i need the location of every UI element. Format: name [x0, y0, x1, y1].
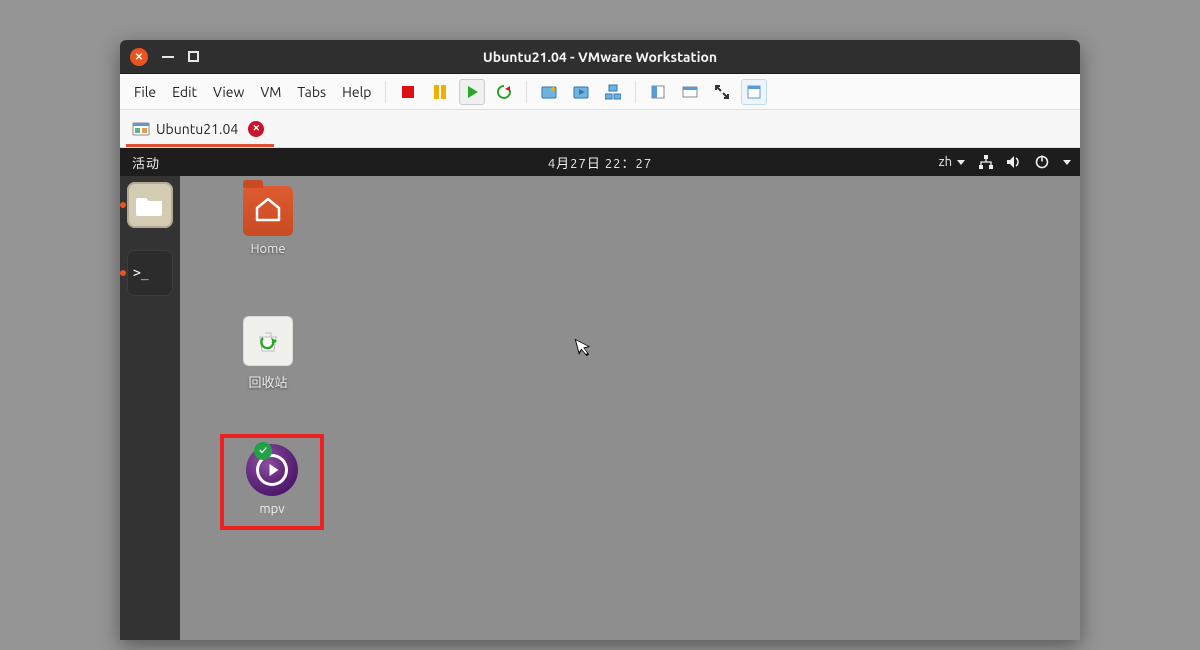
guest-viewport: 活动 4月27日 22：27 zh: [120, 148, 1080, 640]
separator: [526, 81, 527, 103]
titlebar[interactable]: Ubuntu21.04 - VMware Workstation: [120, 40, 1080, 74]
mpv-label: mpv: [230, 502, 314, 516]
folder-home-icon: [243, 186, 293, 236]
terminal-icon: >_: [127, 250, 173, 296]
menu-vm[interactable]: VM: [252, 80, 289, 104]
desktop-icon-home[interactable]: Home: [220, 186, 316, 256]
ime-indicator[interactable]: zh: [939, 155, 966, 169]
network-icon[interactable]: [978, 154, 994, 170]
tab-ubuntu[interactable]: Ubuntu21.04: [126, 111, 274, 147]
menu-tabs[interactable]: Tabs: [289, 80, 334, 104]
home-label: Home: [220, 242, 316, 256]
trash-label: 回收站: [220, 372, 316, 391]
tabbar: Ubuntu21.04: [120, 110, 1080, 148]
desktop-icon-mpv[interactable]: mpv: [220, 434, 324, 530]
dock-files[interactable]: [120, 182, 180, 228]
dock-terminal[interactable]: >_: [120, 250, 180, 296]
separator: [385, 81, 386, 103]
snapshot-manager-icon[interactable]: [568, 79, 594, 105]
files-icon: [127, 182, 173, 228]
window-maximize-button[interactable]: [188, 51, 199, 62]
menu-group: File Edit View VM Tabs Help: [126, 80, 379, 104]
window-controls: [120, 48, 199, 66]
tab-close-icon[interactable]: [248, 121, 264, 137]
power-icon[interactable]: [1034, 154, 1050, 170]
window-close-button[interactable]: [130, 48, 148, 66]
tile-icon[interactable]: [645, 79, 671, 105]
dock: >_: [120, 176, 180, 640]
activities-button[interactable]: 活动: [128, 153, 164, 172]
emblem-ok-icon: [254, 442, 272, 460]
power-off-icon[interactable]: [395, 79, 421, 105]
expand-icon[interactable]: [1062, 157, 1072, 167]
menu-view[interactable]: View: [205, 80, 252, 104]
desktop-icon-trash[interactable]: 回收站: [220, 316, 316, 391]
volume-icon[interactable]: [1006, 154, 1022, 170]
window-minimize-button[interactable]: [162, 56, 174, 58]
pause-icon[interactable]: [427, 79, 453, 105]
vmware-window: Ubuntu21.04 - VMware Workstation File Ed…: [120, 40, 1080, 640]
desktop[interactable]: >_ Home 回收站: [120, 176, 1080, 640]
tab-label: Ubuntu21.04: [156, 121, 238, 137]
window-title: Ubuntu21.04 - VMware Workstation: [120, 49, 1080, 65]
snapshot-icon[interactable]: [536, 79, 562, 105]
snapshot-tree-icon[interactable]: [600, 79, 626, 105]
vm-tab-icon: [132, 120, 150, 138]
separator: [635, 81, 636, 103]
menu-help[interactable]: Help: [334, 80, 379, 104]
menu-edit[interactable]: Edit: [164, 80, 205, 104]
gnome-top-bar: 活动 4月27日 22：27 zh: [120, 148, 1080, 176]
play-icon[interactable]: [459, 79, 485, 105]
fullscreen-icon[interactable]: [709, 79, 735, 105]
restart-icon[interactable]: [491, 79, 517, 105]
menubar: File Edit View VM Tabs Help: [120, 74, 1080, 110]
system-tray: zh: [939, 154, 1072, 170]
unity-mode-icon[interactable]: [741, 79, 767, 105]
console-view-icon[interactable]: [677, 79, 703, 105]
trash-icon: [243, 316, 293, 366]
menu-file[interactable]: File: [126, 80, 164, 104]
clock[interactable]: 4月27日 22：27: [120, 153, 1080, 172]
